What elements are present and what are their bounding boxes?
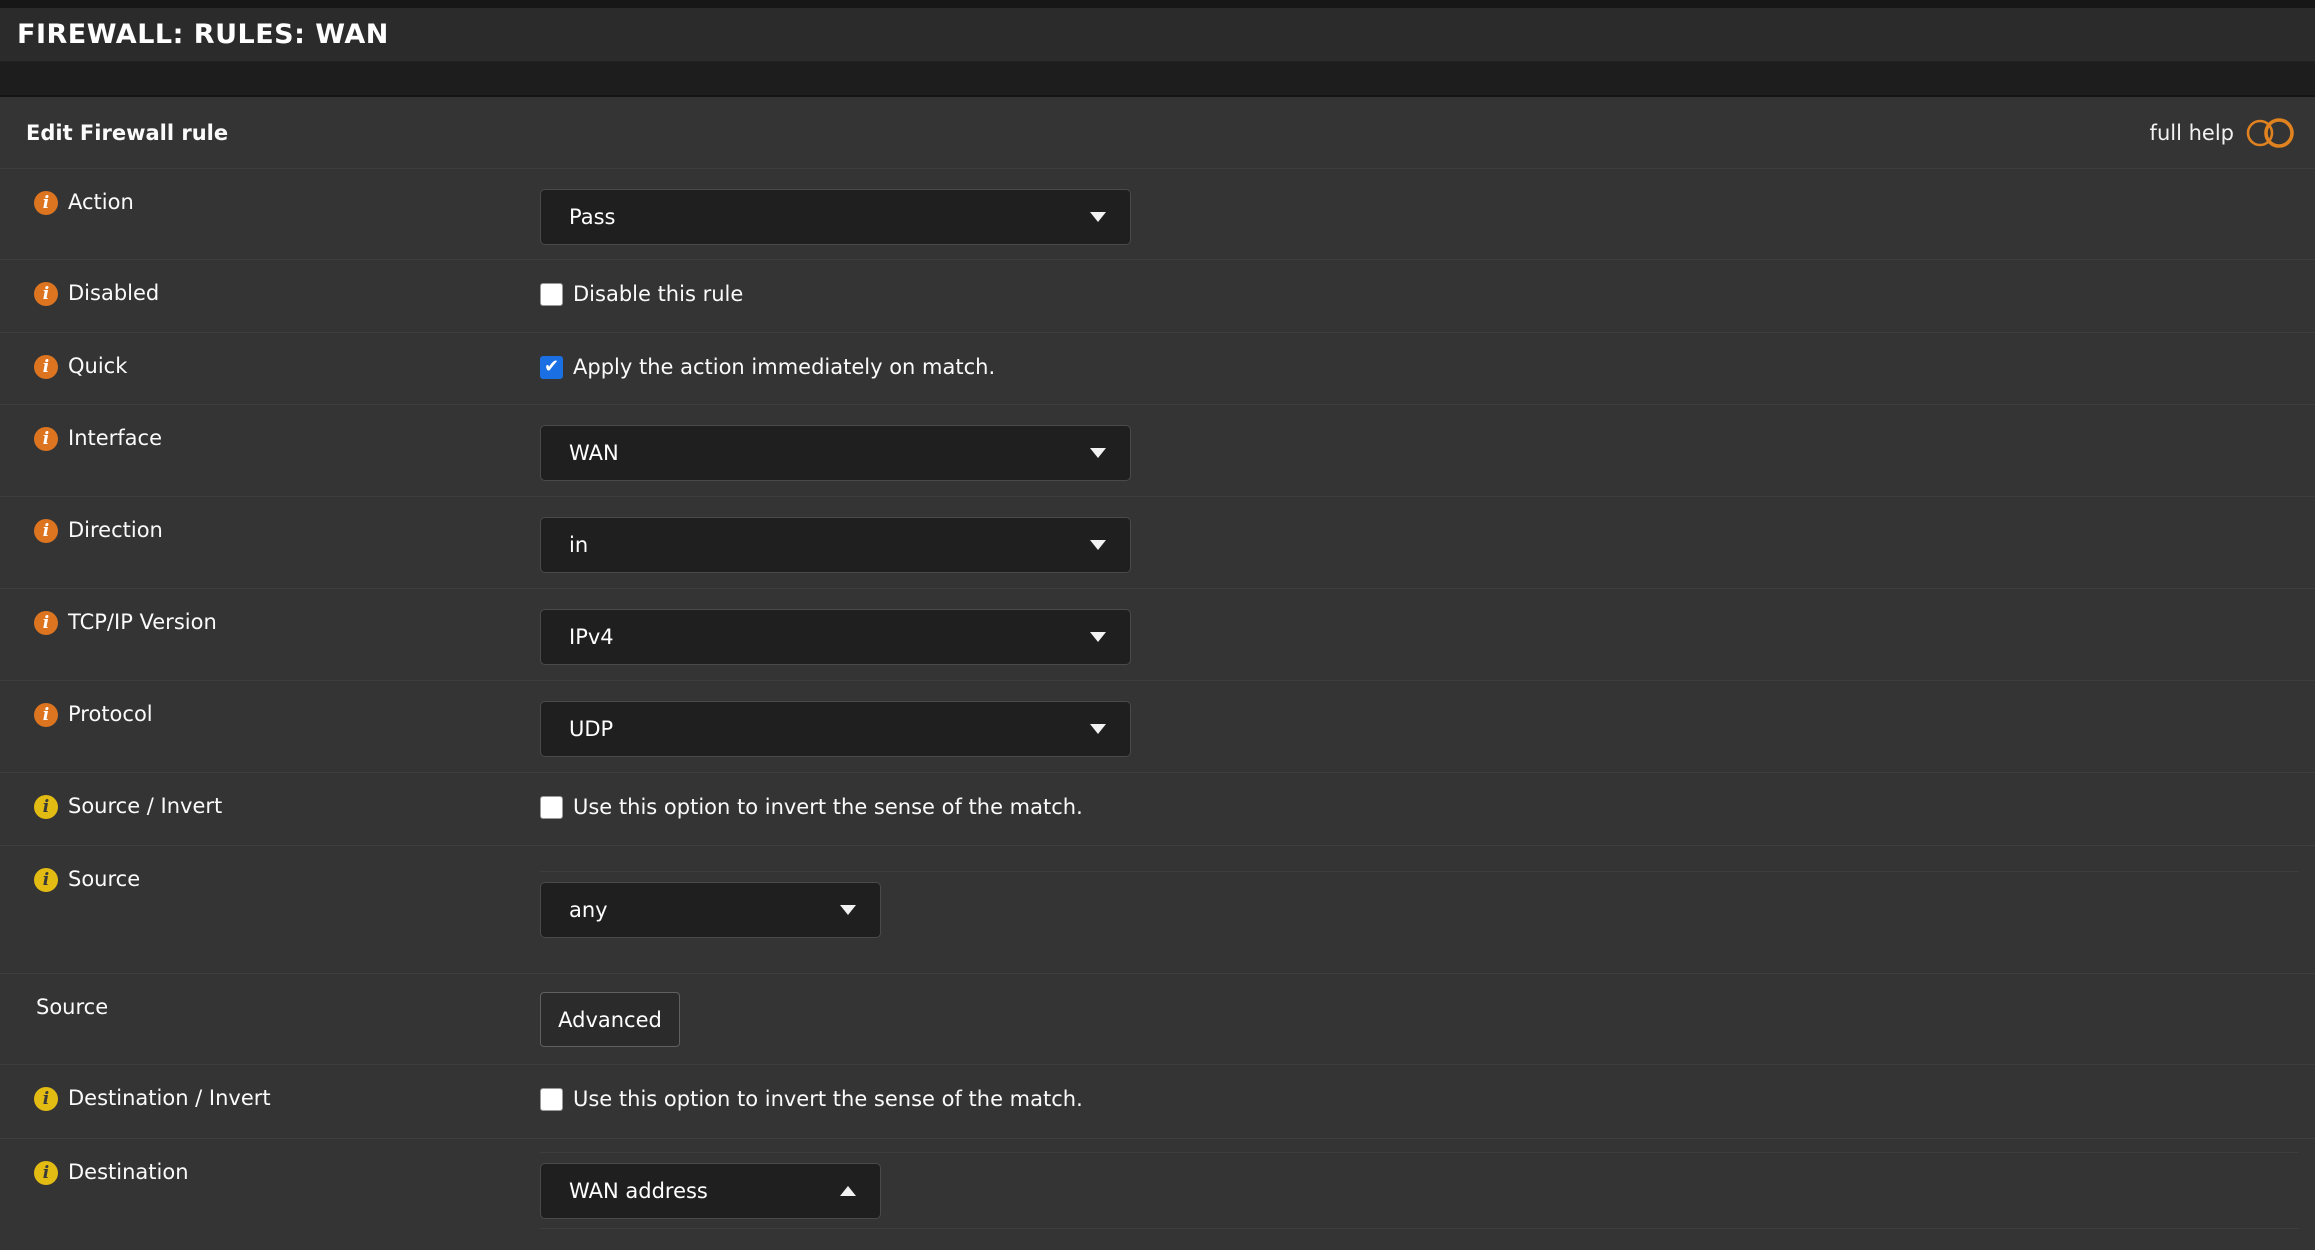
interface-select[interactable]: WAN [540,425,1131,481]
destination-select[interactable]: WAN address [540,1163,881,1219]
info-icon[interactable]: i [34,191,58,215]
info-icon[interactable]: i [34,795,58,819]
checkbox-label: Use this option to invert the sense of t… [573,1087,1083,1111]
top-strip [0,0,2315,8]
checkbox-label: Use this option to invert the sense of t… [573,795,1083,819]
disabled-checkbox[interactable] [540,283,563,306]
source-invert-checkbox[interactable] [540,796,563,819]
divider [540,1228,2299,1229]
divider [540,1152,2299,1153]
row-destination-invert: i Destination / Invert Use this option t… [0,1064,2315,1138]
chevron-down-icon [1090,724,1106,734]
quick-checkbox[interactable] [540,356,563,379]
row-tcpip-version: i TCP/IP Version IPv4 [0,588,2315,680]
info-icon[interactable]: i [34,703,58,727]
info-icon[interactable]: i [34,355,58,379]
info-icon[interactable]: i [34,427,58,451]
checkbox-label: Disable this rule [573,282,743,306]
section-title: Edit Firewall rule [26,121,228,145]
full-help-label: full help [2150,121,2234,145]
protocol-select[interactable]: UDP [540,701,1131,757]
field-label: Action [68,190,134,214]
chevron-down-icon [1090,540,1106,550]
checkbox-label: Apply the action immediately on match. [573,355,995,379]
field-label: Source [36,995,108,1019]
chevron-down-icon [840,905,856,915]
chevron-down-icon [1090,212,1106,222]
row-action: i Action Pass [0,168,2315,259]
info-icon[interactable]: i [34,1087,58,1111]
field-label: Disabled [68,281,159,305]
full-help-toggle[interactable]: full help [2150,114,2297,152]
chevron-down-icon [1090,448,1106,458]
section-header: Edit Firewall rule full help [0,97,2315,168]
field-label: Destination / Invert [68,1086,271,1110]
destination-invert-checkbox[interactable] [540,1088,563,1111]
info-icon[interactable]: i [34,611,58,635]
row-interface: i Interface WAN [0,404,2315,496]
page-title: FIREWALL: RULES: WAN [17,19,389,50]
row-source: i Source any [0,845,2315,973]
row-protocol: i Protocol UDP [0,680,2315,772]
row-disabled: i Disabled Disable this rule [0,259,2315,332]
divider [540,871,2299,872]
header-gap [0,62,2315,97]
info-icon[interactable]: i [34,1161,58,1185]
page-header: FIREWALL: RULES: WAN [0,8,2315,62]
row-source-invert: i Source / Invert Use this option to inv… [0,772,2315,845]
edit-firewall-rule-panel: Edit Firewall rule full help i Action Pa… [0,97,2315,1250]
chevron-down-icon [1090,632,1106,642]
advanced-button[interactable]: Advanced [540,992,680,1047]
field-label: Destination [68,1160,189,1184]
info-icon[interactable]: i [34,868,58,892]
row-direction: i Direction in [0,496,2315,588]
chevron-up-icon [840,1186,856,1196]
info-icon[interactable]: i [34,282,58,306]
field-label: Interface [68,426,162,450]
tcpip-version-select[interactable]: IPv4 [540,609,1131,665]
row-source-advanced: Source Advanced [0,973,2315,1064]
action-select[interactable]: Pass [540,189,1131,245]
info-icon[interactable]: i [34,519,58,543]
field-label: Direction [68,518,163,542]
toggle-icon [2243,114,2297,152]
row-quick: i Quick Apply the action immediately on … [0,332,2315,404]
field-label: TCP/IP Version [68,610,217,634]
field-label: Protocol [68,702,153,726]
row-destination: i Destination WAN address [0,1138,2315,1250]
field-label: Quick [68,354,127,378]
source-select[interactable]: any [540,882,881,938]
field-label: Source / Invert [68,794,222,818]
field-label: Source [68,867,140,891]
direction-select[interactable]: in [540,517,1131,573]
